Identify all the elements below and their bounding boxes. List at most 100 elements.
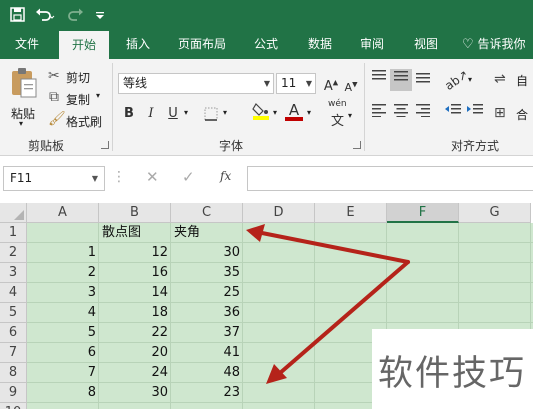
cell-c3[interactable]: 35 [171,263,243,283]
italic-button[interactable]: I [140,103,162,125]
cell-c7[interactable]: 41 [171,343,243,363]
align-right-button[interactable] [412,103,434,125]
cell-a7[interactable]: 6 [27,343,99,363]
cell-a8[interactable]: 7 [27,363,99,383]
tab-formulas[interactable]: 公式 [244,29,288,59]
customize-qat-button[interactable] [90,0,110,29]
cell-b4[interactable]: 14 [99,283,171,303]
column-header-f[interactable]: F [387,203,459,223]
clipboard-launcher-icon[interactable] [101,141,109,149]
cell-c2[interactable]: 30 [171,243,243,263]
enter-icon[interactable]: ✓ [182,168,195,186]
tab-review[interactable]: 审阅 [350,29,394,59]
row-header-1[interactable]: 1 [0,223,27,243]
borders-dropdown-icon[interactable]: ▾ [223,108,227,117]
row-header-6[interactable]: 6 [0,323,27,343]
cell-a3[interactable]: 2 [27,263,99,283]
column-header-d[interactable]: D [243,203,315,223]
cell-b3[interactable]: 16 [99,263,171,283]
formula-bar: F11 ▼ ⋮ ✕ ✓ fx [0,157,533,202]
shrink-font-button[interactable]: A▼ [340,73,362,95]
row-header-8[interactable]: 8 [0,363,27,383]
copy-button[interactable]: ⧉ 复制 ▾ [48,89,110,109]
font-size-combo[interactable]: 11 ▼ [276,73,316,94]
borders-button[interactable] [200,103,222,125]
tab-page-layout[interactable]: 页面布局 [170,29,234,59]
cell-a9[interactable]: 8 [27,383,99,403]
column-header-a[interactable]: A [27,203,99,223]
orientation-dropdown-icon[interactable]: ▾ [468,75,472,84]
row-header-5[interactable]: 5 [0,303,27,323]
font-color-dropdown-icon[interactable]: ▾ [307,108,311,117]
font-name-combo[interactable]: 等线 ▼ [118,73,274,94]
save-button[interactable] [4,0,30,29]
column-header-c[interactable]: C [171,203,243,223]
cancel-icon[interactable]: ✕ [146,168,159,186]
cell-c6[interactable]: 37 [171,323,243,343]
paste-button[interactable]: 粘贴 ▾ [6,65,42,129]
underline-dropdown-icon[interactable]: ▾ [184,108,188,117]
phonetic-button[interactable]: wén 文 ▾ [326,99,354,129]
font-group-label: 字体 [219,139,244,153]
align-center-button[interactable] [390,103,412,125]
tell-me-box[interactable]: ♡ 告诉我你 [462,29,533,59]
increase-indent-button[interactable] [464,103,486,125]
align-top-icon [372,70,386,80]
cell-b7[interactable]: 20 [99,343,171,363]
cell-a6[interactable]: 5 [27,323,99,343]
font-launcher-icon[interactable] [353,141,361,149]
format-painter-button[interactable]: 🖌 格式刷 [48,111,108,131]
row-header-7[interactable]: 7 [0,343,27,363]
column-header-g[interactable]: G [459,203,531,223]
fill-color-dropdown-icon[interactable]: ▾ [273,108,277,117]
align-bottom-button[interactable] [412,69,434,91]
undo-button[interactable] [30,0,60,29]
insert-function-icon[interactable]: fx [220,169,231,183]
cell-a2[interactable]: 1 [27,243,99,263]
align-middle-button[interactable] [390,69,412,91]
bold-button[interactable]: B [118,103,140,125]
fill-color-button[interactable] [250,101,272,123]
group-separator [112,63,113,151]
cell-c5[interactable]: 36 [171,303,243,323]
formula-input[interactable] [247,166,533,191]
cut-button[interactable]: ✂ 剪切 [48,67,108,87]
cell-c9[interactable]: 23 [171,383,243,403]
cell-b8[interactable]: 24 [99,363,171,383]
align-top-button[interactable] [368,69,390,91]
wrap-text-button[interactable]: ⇌ 自 [494,69,533,91]
row-header-3[interactable]: 3 [0,263,27,283]
row-header-4[interactable]: 4 [0,283,27,303]
orientation-button[interactable]: ab↗ [442,67,471,93]
cell-b9[interactable]: 30 [99,383,171,403]
redo-button[interactable] [60,0,90,29]
cell-c4[interactable]: 25 [171,283,243,303]
align-left-button[interactable] [368,103,390,125]
row-header-10[interactable]: 10 [0,403,27,409]
cell-b2[interactable]: 12 [99,243,171,263]
name-box[interactable]: F11 ▼ [3,166,105,191]
tab-insert[interactable]: 插入 [116,29,160,59]
tab-file[interactable]: 文件 [2,29,52,59]
column-header-e[interactable]: E [315,203,387,223]
row-header-9[interactable]: 9 [0,383,27,403]
tab-data[interactable]: 数据 [298,29,342,59]
cell-a5[interactable]: 4 [27,303,99,323]
tab-home[interactable]: 开始 [59,31,109,59]
cell-a4[interactable]: 3 [27,283,99,303]
cell-b5[interactable]: 18 [99,303,171,323]
row-header-2[interactable]: 2 [0,243,27,263]
formula-buttons: ⋮ ✕ ✓ fx [112,166,242,191]
decrease-indent-button[interactable] [442,103,464,125]
cell-c8[interactable]: 48 [171,363,243,383]
cell-b1[interactable]: 散点图 [99,223,171,243]
font-color-button[interactable]: A [283,99,305,121]
column-header-b[interactable]: B [99,203,171,223]
merge-center-button[interactable]: ⊞ 合 [494,103,533,125]
tab-view[interactable]: 视图 [404,29,448,59]
underline-button[interactable]: U [162,103,184,125]
cell-c1[interactable]: 夹角 [171,223,243,243]
grow-font-button[interactable]: A▲ [320,72,342,94]
select-all-button[interactable] [0,203,27,223]
cell-b6[interactable]: 22 [99,323,171,343]
